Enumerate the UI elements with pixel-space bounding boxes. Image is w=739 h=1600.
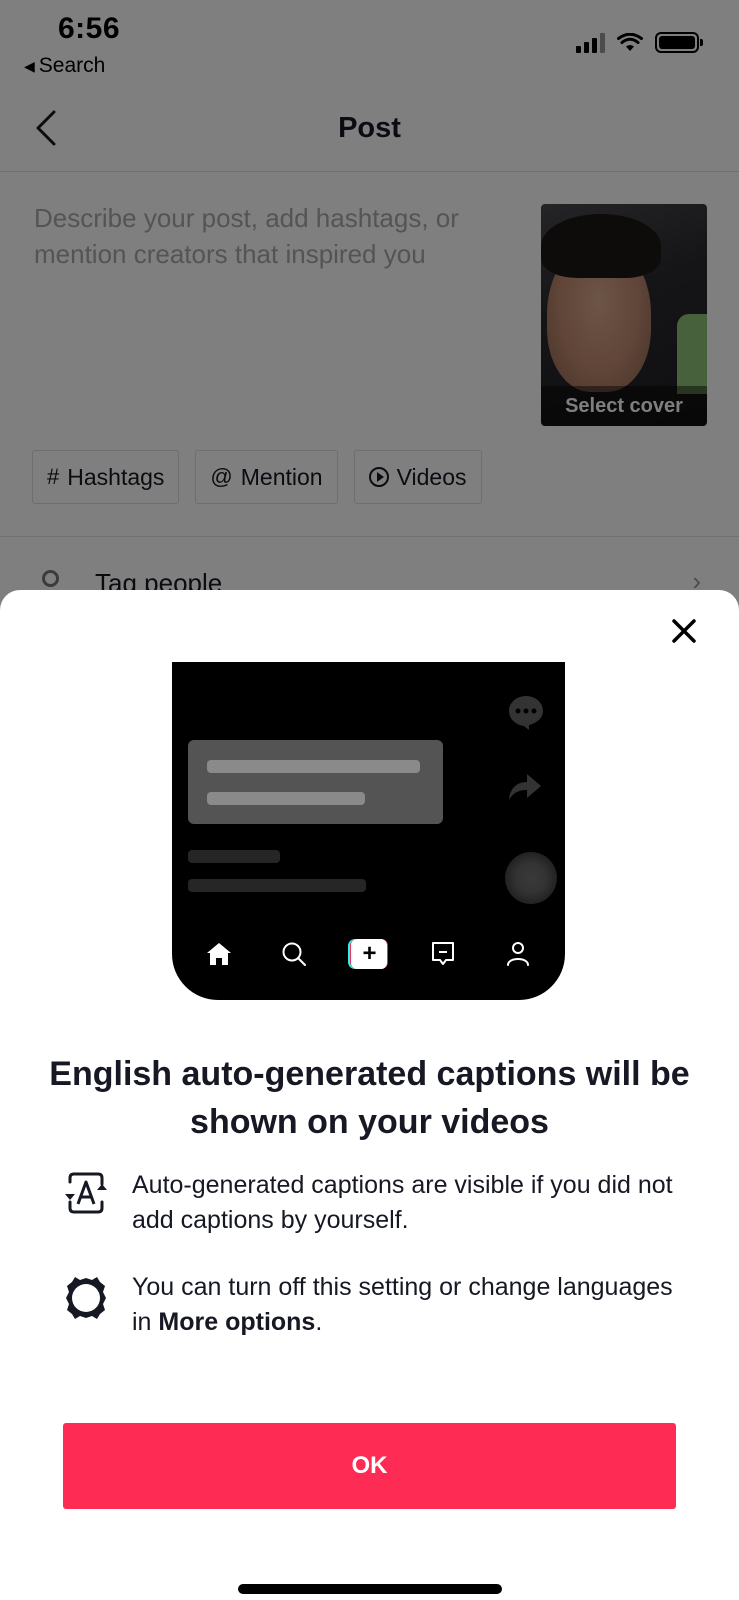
caption-line: [207, 760, 420, 773]
ok-button[interactable]: OK: [63, 1423, 676, 1509]
info-item-auto-captions: Auto-generated captions are visible if y…: [62, 1168, 682, 1238]
info-text-auto-captions: Auto-generated captions are visible if y…: [132, 1171, 673, 1234]
inbox-icon: [423, 937, 463, 971]
close-icon[interactable]: [669, 616, 699, 646]
share-icon: [509, 774, 541, 800]
home-indicator[interactable]: [238, 1584, 502, 1594]
home-icon: [199, 937, 239, 971]
music-disc-icon: [505, 852, 557, 904]
more-options-link[interactable]: More options: [158, 1308, 315, 1336]
caption-line: [207, 792, 365, 805]
description-placeholder: [188, 879, 366, 892]
auto-captions-icon: [62, 1168, 112, 1238]
settings-text-end: .: [315, 1308, 323, 1336]
search-icon: [274, 937, 314, 971]
info-item-settings: You can turn off this setting or change …: [62, 1270, 682, 1340]
plus-label: +: [351, 939, 388, 969]
settings-gear-icon: [62, 1270, 112, 1340]
sheet-headline: English auto-generated captions will be …: [49, 1055, 690, 1141]
caption-box-illustration: [188, 740, 443, 824]
info-text-settings: You can turn off this setting or change …: [132, 1270, 682, 1340]
captions-illustration: +: [172, 662, 565, 1000]
create-plus-icon: +: [348, 937, 389, 971]
illustration-tab-bar: +: [172, 934, 565, 974]
comment-icon: [509, 696, 543, 730]
username-placeholder: [188, 850, 280, 863]
captions-info-sheet: + English auto-generated captions will b…: [0, 590, 739, 1600]
profile-icon: [498, 937, 538, 971]
